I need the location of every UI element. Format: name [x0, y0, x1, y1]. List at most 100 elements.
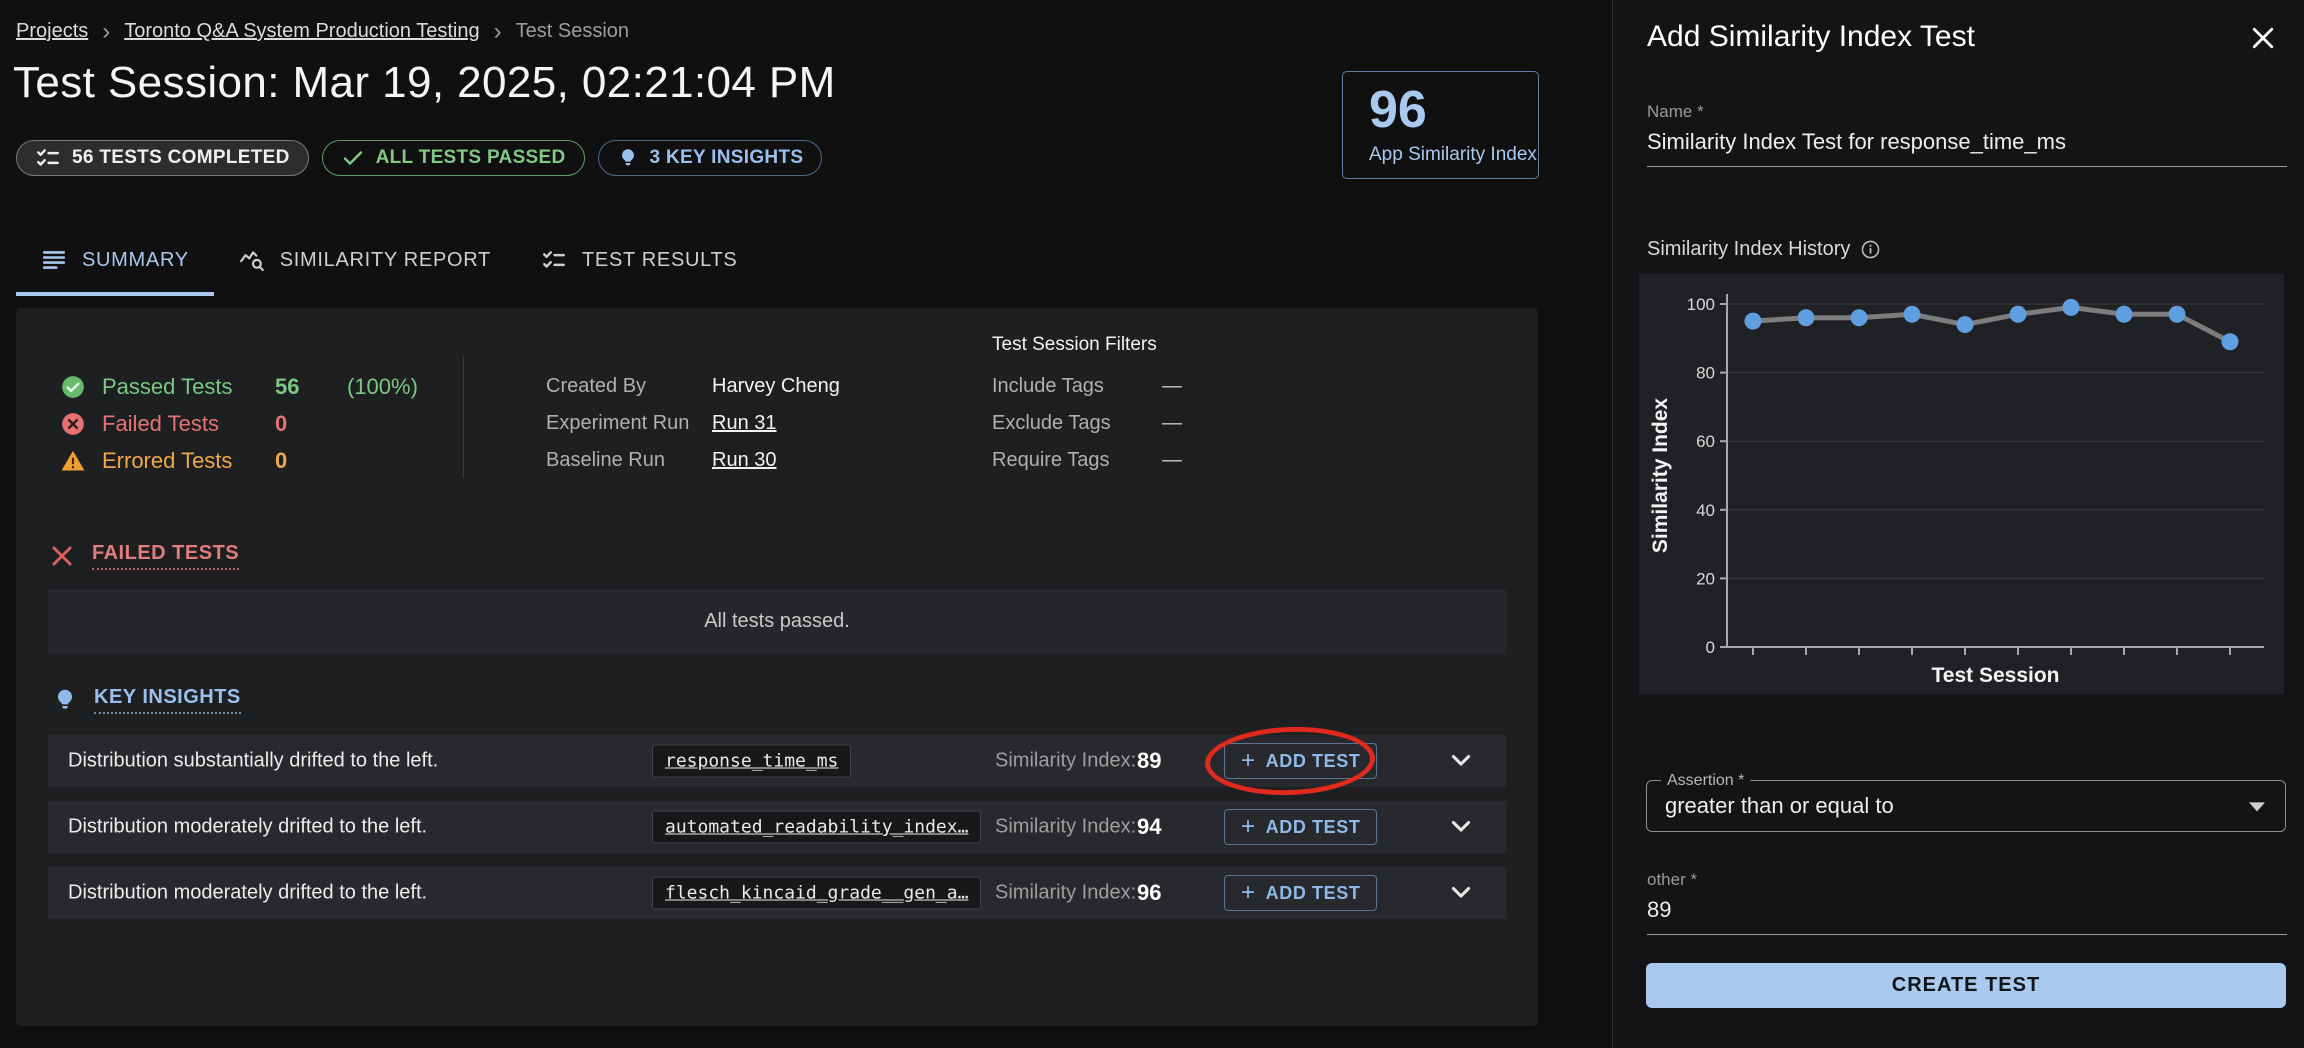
other-field: other * 89 — [1647, 870, 2287, 935]
status-badges: 56 TESTS COMPLETED ALL TESTS PASSED 3 KE… — [16, 140, 822, 176]
svg-text:40: 40 — [1696, 501, 1715, 520]
svg-text:0: 0 — [1706, 638, 1715, 657]
tab-similarity-report[interactable]: SIMILARITY REPORT — [214, 224, 516, 296]
breadcrumb-current: Test Session — [516, 20, 629, 43]
similarity-index-label: Similarity Index: — [995, 882, 1136, 905]
expand-row-button[interactable] — [1446, 746, 1476, 776]
main-content: Projects › Toronto Q&A System Production… — [0, 0, 1612, 1048]
svg-text:Similarity Index: Similarity Index — [1649, 398, 1672, 554]
tab-label: SIMILARITY REPORT — [280, 249, 491, 272]
page-title: Test Session: Mar 19, 2025, 02:21:04 PM — [13, 58, 836, 108]
session-info: Created By Harvey Cheng Experiment Run R… — [546, 368, 840, 479]
key-insights-badge: 3 KEY INSIGHTS — [598, 140, 823, 176]
info-icon[interactable] — [1860, 239, 1881, 260]
history-section-header: Similarity Index History — [1647, 238, 1881, 261]
insight-row: Distribution moderately drifted to the l… — [48, 801, 1506, 853]
filters-title: Test Session Filters — [992, 334, 1157, 356]
filter-value: — — [1162, 375, 1182, 398]
info-label: Created By — [546, 375, 712, 398]
tab-summary[interactable]: SUMMARY — [16, 224, 214, 296]
baseline-run-row: Baseline Run Run 30 — [546, 442, 840, 479]
filter-value: — — [1162, 412, 1182, 435]
svg-text:20: 20 — [1696, 569, 1715, 588]
svg-text:60: 60 — [1696, 432, 1715, 451]
metric-chip[interactable]: flesch_kincaid_grade__gen_a… — [652, 877, 981, 910]
summary-icon — [41, 247, 67, 273]
breadcrumb-project-name[interactable]: Toronto Q&A System Production Testing — [124, 20, 479, 43]
similarity-index-label: Similarity Index: — [995, 750, 1136, 773]
metric-chip[interactable]: response_time_ms — [652, 745, 851, 778]
tab-test-results[interactable]: TEST RESULTS — [516, 224, 762, 296]
metric-chip[interactable]: automated_readability_index… — [652, 811, 981, 844]
add-test-drawer: Add Similarity Index Test Name * Similar… — [1612, 0, 2304, 1048]
info-label: Baseline Run — [546, 449, 712, 472]
chevron-down-icon — [1447, 878, 1475, 906]
session-filters: Include Tags — Exclude Tags — Require Ta… — [992, 368, 1182, 479]
add-test-button[interactable]: + ADD TEST — [1224, 743, 1377, 779]
similarity-index-value: 89 — [1137, 748, 1161, 774]
similarity-index-value: 94 — [1137, 814, 1161, 840]
chevron-down-icon — [1447, 746, 1475, 774]
close-button[interactable] — [2246, 22, 2280, 56]
experiment-run-link[interactable]: Run 31 — [712, 412, 777, 435]
checklist-icon — [541, 247, 567, 273]
history-title: Similarity Index History — [1647, 238, 1850, 261]
expand-row-button[interactable] — [1446, 878, 1476, 908]
app-similarity-index-card: 96 App Similarity Index — [1342, 71, 1539, 179]
include-tags-row: Include Tags — — [992, 368, 1182, 405]
tab-label: TEST RESULTS — [582, 249, 737, 272]
failed-tests-empty-state: All tests passed. — [48, 589, 1506, 654]
expand-row-button[interactable] — [1446, 812, 1476, 842]
insight-text: Distribution moderately drifted to the l… — [68, 882, 427, 905]
close-icon — [2248, 23, 2278, 53]
app-similarity-index-label: App Similarity Index — [1369, 144, 1538, 166]
created-by-value: Harvey Cheng — [712, 375, 840, 398]
chevron-right-icon: › — [102, 22, 110, 42]
stat-value: 0 — [275, 448, 331, 474]
tests-completed-badge: 56 TESTS COMPLETED — [16, 140, 309, 176]
name-field: Name * Similarity Index Test for respons… — [1647, 102, 2287, 167]
stat-label: Passed Tests — [102, 374, 259, 400]
key-insights-title: KEY INSIGHTS — [94, 686, 241, 714]
add-test-label: ADD TEST — [1266, 817, 1361, 838]
add-test-button[interactable]: + ADD TEST — [1224, 809, 1377, 845]
exclude-tags-row: Exclude Tags — — [992, 405, 1182, 442]
create-test-button[interactable]: CREATE TEST — [1646, 963, 2286, 1008]
similarity-index-value: 96 — [1137, 880, 1161, 906]
add-test-button[interactable]: + ADD TEST — [1224, 875, 1377, 911]
assertion-select[interactable]: Assertion * greater than or equal to — [1646, 780, 2286, 832]
badge-label: 56 TESTS COMPLETED — [72, 147, 290, 169]
summary-card: Passed Tests 56 (100%) Failed Tests 0 Er… — [16, 308, 1538, 1026]
require-tags-row: Require Tags — — [992, 442, 1182, 479]
stat-percent: (100%) — [347, 374, 418, 400]
similarity-index-label: Similarity Index: — [995, 816, 1136, 839]
divider — [463, 356, 464, 478]
created-by-row: Created By Harvey Cheng — [546, 368, 840, 405]
assertion-value: greater than or equal to — [1665, 793, 1894, 819]
badge-label: ALL TESTS PASSED — [376, 147, 566, 169]
plus-icon: + — [1241, 881, 1256, 905]
failed-tests-row: Failed Tests 0 — [60, 405, 418, 442]
failed-tests-title: FAILED TESTS — [92, 542, 239, 570]
assertion-label: Assertion * — [1661, 772, 1750, 790]
chevron-down-icon — [1447, 812, 1475, 840]
empty-message: All tests passed. — [704, 610, 850, 633]
name-field-label: Name * — [1647, 102, 2287, 122]
stat-label: Errored Tests — [102, 448, 259, 474]
test-stats: Passed Tests 56 (100%) Failed Tests 0 Er… — [60, 368, 418, 479]
lightbulb-icon — [52, 687, 78, 713]
x-circle-icon — [60, 411, 86, 437]
badge-label: 3 KEY INSIGHTS — [650, 147, 804, 169]
filter-label: Include Tags — [992, 375, 1162, 398]
name-input[interactable]: Similarity Index Test for response_time_… — [1647, 129, 2287, 167]
dropdown-caret-icon — [2249, 802, 2265, 811]
stat-value: 56 — [275, 374, 331, 400]
check-icon — [341, 146, 365, 170]
other-input[interactable]: 89 — [1647, 897, 2287, 935]
drawer-title: Add Similarity Index Test — [1647, 20, 1975, 54]
svg-text:100: 100 — [1687, 295, 1715, 314]
chevron-right-icon: › — [494, 22, 502, 42]
baseline-run-link[interactable]: Run 30 — [712, 449, 777, 472]
breadcrumb-projects[interactable]: Projects — [16, 20, 88, 43]
breadcrumb: Projects › Toronto Q&A System Production… — [16, 20, 629, 43]
